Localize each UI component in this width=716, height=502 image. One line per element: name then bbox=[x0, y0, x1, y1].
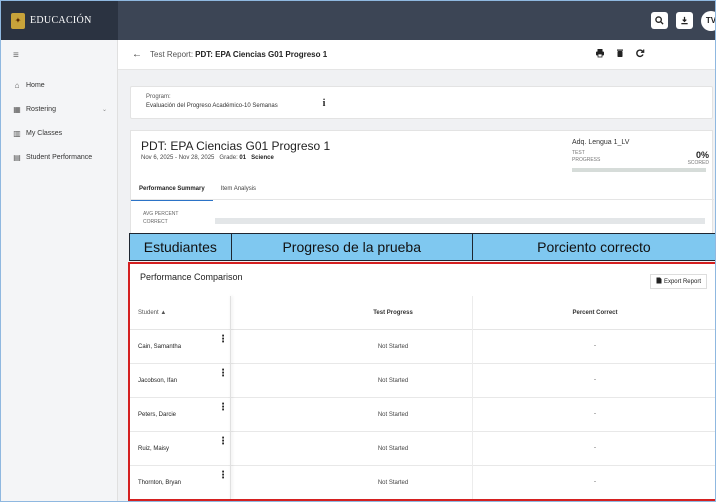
roster-icon: ▦ bbox=[13, 104, 21, 114]
test-progress-cell: Not Started bbox=[377, 412, 409, 418]
grade-label: Grade: bbox=[219, 155, 238, 161]
kebab-menu-icon[interactable]: ⋮ bbox=[218, 436, 228, 447]
percent-correct-cell: - bbox=[594, 343, 596, 349]
column-annotation-banner: Estudiantes Progreso de la prueba Porcie… bbox=[129, 233, 715, 261]
percent-correct-cell: - bbox=[594, 445, 596, 451]
info-icon[interactable]: i bbox=[315, 94, 333, 112]
logo[interactable]: ✦ EDUCACIÓN bbox=[1, 1, 118, 40]
adq-test-label: TEST bbox=[572, 150, 585, 156]
test-dates: Nov 6, 2025 - Nov 28, 2025 bbox=[141, 155, 215, 161]
menu-icon[interactable]: ≡ bbox=[1, 40, 117, 61]
column-header-percent-correct[interactable]: Percent Correct bbox=[530, 310, 660, 316]
banner-cell-progress: Progreso de la prueba bbox=[231, 234, 473, 260]
program-card: Program: Evaluación del Progreso Académi… bbox=[130, 86, 713, 119]
test-title: PDT: EPA Ciencias G01 Progreso 1 bbox=[141, 139, 331, 153]
page-title: PDT: EPA Ciencias G01 Progreso 1 bbox=[195, 50, 328, 59]
test-progress-cell: Not Started bbox=[377, 344, 409, 350]
refresh-icon[interactable] bbox=[635, 48, 645, 61]
sidebar: ≡ ⌂ Home ▦ Rostering ⌄ ▥ My Classes ▤ St… bbox=[1, 40, 118, 501]
sidebar-item-label: Rostering bbox=[26, 105, 56, 113]
sidebar-item-home[interactable]: ⌂ Home bbox=[1, 73, 117, 97]
sidebar-item-label: Student Performance bbox=[26, 153, 93, 161]
student-name[interactable]: Jacobson, Ifan bbox=[138, 378, 177, 384]
classes-icon: ▥ bbox=[13, 128, 21, 138]
student-name[interactable]: Thornton, Bryan bbox=[138, 480, 181, 486]
adq-progress: Adq. Lengua 1_LV TEST PROGRESS 0% SCORED bbox=[572, 139, 709, 172]
section-title: Performance Comparison bbox=[140, 272, 243, 282]
subject: Science bbox=[251, 155, 274, 161]
avg-label-line2: CORRECT bbox=[143, 219, 168, 225]
sidebar-item-student-performance[interactable]: ▤ Student Performance bbox=[1, 145, 117, 169]
student-name[interactable]: Peters, Darcie bbox=[138, 412, 176, 418]
table-row[interactable]: Jacobson, Ifan ⋮ Not Started - bbox=[130, 364, 715, 398]
column-header-label: Student bbox=[138, 310, 159, 316]
kebab-menu-icon[interactable]: ⋮ bbox=[218, 402, 228, 413]
avatar[interactable]: TV bbox=[701, 10, 715, 31]
top-actions: TV bbox=[651, 1, 715, 40]
back-arrow-icon[interactable]: ← bbox=[132, 49, 142, 60]
sidebar-item-label: Home bbox=[26, 81, 45, 89]
main-content: ← Test Report: PDT: EPA Ciencias G01 Pro… bbox=[118, 40, 715, 501]
tab-divider bbox=[131, 199, 714, 200]
kebab-menu-icon[interactable]: ⋮ bbox=[218, 470, 228, 481]
sidebar-item-my-classes[interactable]: ▥ My Classes bbox=[1, 121, 117, 145]
program-label: Program: bbox=[146, 94, 171, 100]
header-prefix: Test Report: bbox=[150, 50, 194, 59]
adq-scored-label: SCORED bbox=[687, 160, 709, 166]
adq-progress-label: PROGRESS bbox=[572, 157, 601, 163]
performance-comparison: Performance Comparison Export Report Stu… bbox=[128, 262, 715, 501]
column-header-student[interactable]: Student ▲ bbox=[138, 310, 166, 316]
kebab-menu-icon[interactable]: ⋮ bbox=[218, 368, 228, 379]
search-icon[interactable] bbox=[651, 12, 668, 29]
column-divider bbox=[472, 296, 473, 499]
adq-percent: 0% bbox=[695, 150, 709, 160]
print-icon[interactable] bbox=[595, 48, 605, 61]
grade-value: 01 bbox=[239, 155, 247, 161]
banner-cell-percent: Porciento correcto bbox=[472, 234, 715, 260]
report-header: ← Test Report: PDT: EPA Ciencias G01 Pro… bbox=[118, 40, 715, 70]
adq-name: Adq. Lengua 1_LV bbox=[572, 139, 630, 146]
adq-progress-bar bbox=[572, 168, 706, 172]
test-progress-cell: Not Started bbox=[377, 446, 409, 452]
banner-cell-students: Estudiantes bbox=[130, 234, 232, 260]
test-progress-cell: Not Started bbox=[377, 378, 409, 384]
top-bar: ✦ EDUCACIÓN TV bbox=[1, 1, 715, 40]
download-icon[interactable] bbox=[676, 12, 693, 29]
table-header: Student ▲ Test Progress Percent Correct bbox=[130, 296, 715, 330]
program-value: Evaluación del Progreso Académico-10 Sem… bbox=[146, 103, 278, 109]
table-row[interactable]: Thornton, Bryan ⋮ Not Started - bbox=[130, 466, 715, 500]
table-row[interactable]: Ruiz, Maisy ⋮ Not Started - bbox=[130, 432, 715, 466]
test-meta: Nov 6, 2025 - Nov 28, 2025 Grade: 01 Sci… bbox=[141, 155, 274, 161]
performance-icon: ▤ bbox=[13, 152, 21, 162]
student-name[interactable]: Cain, Samantha bbox=[138, 344, 181, 350]
avg-label-line1: AVG PERCENT bbox=[143, 211, 179, 217]
home-icon: ⌂ bbox=[14, 80, 20, 90]
chevron-down-icon[interactable]: ⌄ bbox=[102, 106, 107, 113]
app-window: ✦ EDUCACIÓN TV ≡ ⌂ Home ▦ Rostering ⌄ ▥ … bbox=[0, 0, 716, 502]
frozen-column-divider bbox=[230, 296, 231, 499]
export-label: Export Report bbox=[663, 278, 701, 285]
test-progress-cell: Not Started bbox=[377, 480, 409, 486]
delete-icon[interactable] bbox=[615, 48, 625, 61]
avg-percent-label: AVG PERCENT CORRECT bbox=[143, 210, 178, 226]
percent-correct-cell: - bbox=[594, 411, 596, 417]
sort-up-icon: ▲ bbox=[160, 310, 167, 316]
table-row[interactable]: Peters, Darcie ⋮ Not Started - bbox=[130, 398, 715, 432]
sidebar-item-rostering[interactable]: ▦ Rostering ⌄ bbox=[1, 97, 117, 121]
percent-correct-cell: - bbox=[594, 479, 596, 485]
export-report-button[interactable]: Export Report bbox=[649, 274, 707, 289]
student-name[interactable]: Ruiz, Maisy bbox=[138, 446, 169, 452]
avg-percent-bar bbox=[215, 218, 705, 224]
kebab-menu-icon[interactable]: ⋮ bbox=[218, 334, 228, 345]
logo-text: EDUCACIÓN bbox=[30, 15, 92, 26]
crest-icon: ✦ bbox=[11, 12, 25, 29]
header-actions bbox=[595, 48, 645, 61]
table-row[interactable]: Cain, Samantha ⋮ Not Started - bbox=[130, 330, 715, 364]
sidebar-item-label: My Classes bbox=[26, 129, 63, 137]
column-header-test-progress[interactable]: Test Progress bbox=[328, 310, 458, 316]
percent-correct-cell: - bbox=[594, 377, 596, 383]
document-icon bbox=[656, 277, 662, 286]
test-summary-card: PDT: EPA Ciencias G01 Progreso 1 Nov 6, … bbox=[130, 130, 714, 235]
